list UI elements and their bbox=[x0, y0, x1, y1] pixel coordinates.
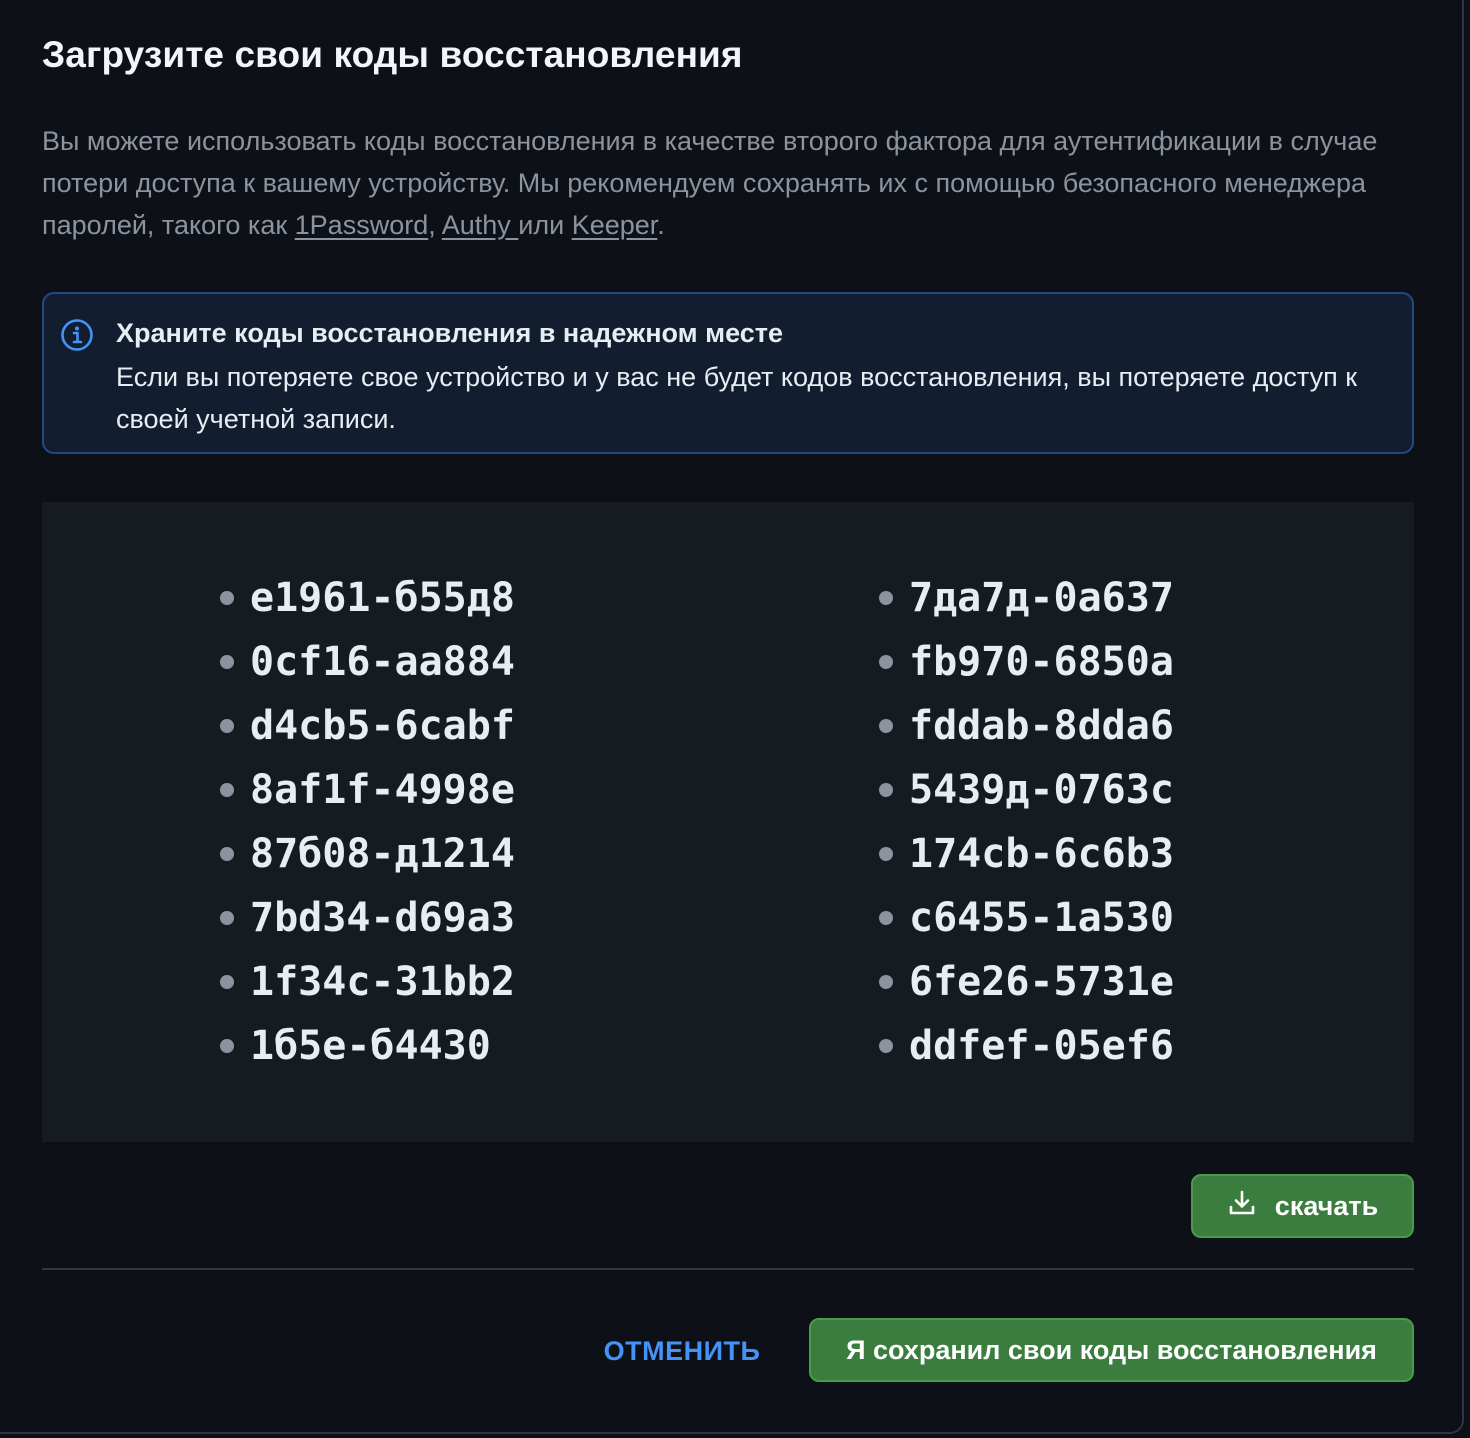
confirm-saved-codes-button[interactable]: Я сохранил свои коды восстановления bbox=[809, 1318, 1414, 1382]
recovery-code: fddab-8dda6 bbox=[877, 694, 1174, 758]
recovery-code: 1f34c-31bb2 bbox=[218, 950, 515, 1014]
download-button[interactable]: скачать bbox=[1191, 1174, 1414, 1238]
recovery-code: 6fe26-5731e bbox=[877, 950, 1174, 1014]
recovery-code: 8af1f-4998e bbox=[218, 758, 515, 822]
recovery-code: d4cb5-6cabf bbox=[218, 694, 515, 758]
description-end: . bbox=[657, 210, 665, 240]
recovery-code: fb970-6850a bbox=[877, 630, 1174, 694]
cancel-button[interactable]: ОТМЕНИТЬ bbox=[590, 1320, 774, 1382]
alert-title: Храните коды восстановления в надежном м… bbox=[116, 318, 783, 348]
recovery-code: ddfef-05ef6 bbox=[877, 1014, 1174, 1078]
link-keeper[interactable]: Keeper bbox=[572, 210, 658, 240]
info-icon bbox=[60, 318, 94, 352]
recovery-codes-dialog: Загрузите свои коды восстановления Вы мо… bbox=[0, 0, 1464, 1434]
recovery-code: 5439д-0763c bbox=[877, 758, 1174, 822]
recovery-codes-box: e1961-б55д8 0cf16-aa884 d4cb5-6cabf 8af1… bbox=[42, 502, 1414, 1142]
recovery-code: 174cb-6c6b3 bbox=[877, 822, 1174, 886]
link-authy[interactable]: Authy bbox=[442, 210, 519, 240]
recovery-code: 1б5е-б4430 bbox=[218, 1014, 515, 1078]
link-1password[interactable]: 1Password bbox=[295, 210, 429, 240]
description-separator: или bbox=[518, 210, 572, 240]
recovery-code: 7bd34-d69a3 bbox=[218, 886, 515, 950]
footer-divider bbox=[42, 1268, 1414, 1270]
warning-alert: Храните коды восстановления в надежном м… bbox=[42, 292, 1414, 454]
recovery-codes-left-column: e1961-б55д8 0cf16-aa884 d4cb5-6cabf 8af1… bbox=[218, 566, 515, 1078]
description-separator: , bbox=[428, 210, 442, 240]
recovery-code: e1961-б55д8 bbox=[218, 566, 515, 630]
alert-body: Если вы потеряете свое устройство и у ва… bbox=[116, 362, 1358, 434]
recovery-code: c6455-1a530 bbox=[877, 886, 1174, 950]
download-icon bbox=[1227, 1188, 1257, 1225]
recovery-code: 0cf16-aa884 bbox=[218, 630, 515, 694]
recovery-code: 87б08-д1214 bbox=[218, 822, 515, 886]
recovery-codes-right-column: 7да7д-0a637 fb970-6850a fddab-8dda6 5439… bbox=[877, 566, 1174, 1078]
download-button-label: скачать bbox=[1274, 1190, 1379, 1221]
dialog-title: Загрузите свои коды восстановления bbox=[42, 34, 743, 75]
dialog-description: Вы можете использовать коды восстановлен… bbox=[42, 120, 1422, 246]
recovery-code: 7да7д-0a637 bbox=[877, 566, 1174, 630]
description-text: Вы можете использовать коды восстановлен… bbox=[42, 126, 1378, 240]
